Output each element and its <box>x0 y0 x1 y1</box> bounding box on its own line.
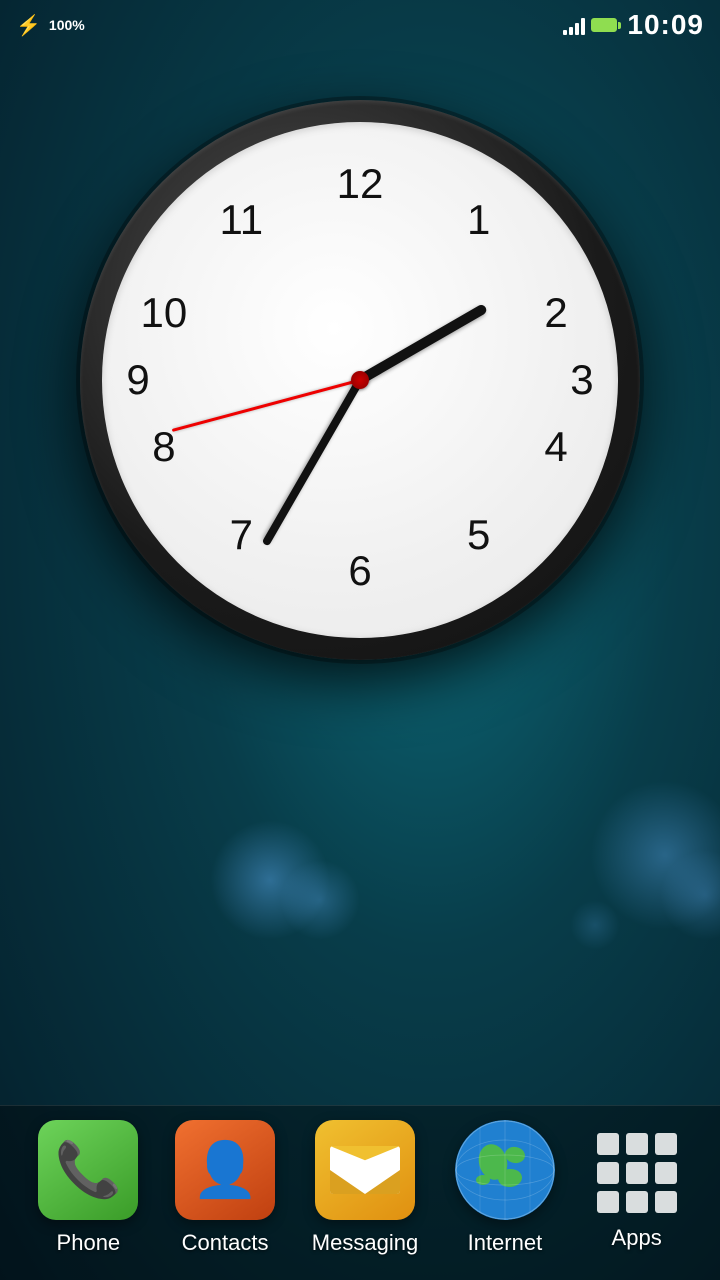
globe-svg <box>455 1120 555 1220</box>
clock-face: 12 1 2 3 4 5 6 7 8 9 10 11 <box>102 122 618 638</box>
clock-num-9: 9 <box>126 356 149 404</box>
clock-num-12: 12 <box>337 160 384 208</box>
clock-num-7: 7 <box>230 511 253 559</box>
dock-item-messaging[interactable]: Messaging <box>312 1120 418 1256</box>
messaging-label: Messaging <box>312 1230 418 1256</box>
clock-num-11: 11 <box>220 196 264 244</box>
envelope-icon <box>330 1146 400 1194</box>
apps-dot-5 <box>626 1162 648 1184</box>
status-bar: ⚡ 100% 10:09 <box>0 0 720 50</box>
battery-icon <box>591 18 621 32</box>
clock-num-2: 2 <box>544 289 567 337</box>
clock-widget[interactable]: 12 1 2 3 4 5 6 7 8 9 10 11 <box>80 100 640 660</box>
contacts-label: Contacts <box>182 1230 269 1256</box>
status-time: 10:09 <box>627 9 704 41</box>
dock-item-phone[interactable]: 📞 Phone <box>38 1120 138 1256</box>
contacts-glyph: 👤 <box>191 1139 258 1202</box>
apps-dot-3 <box>655 1133 677 1155</box>
apps-dot-8 <box>626 1191 648 1213</box>
apps-label: Apps <box>612 1225 662 1251</box>
clock-center-cap <box>351 371 369 389</box>
internet-label: Internet <box>468 1230 543 1256</box>
usb-icon: ⚡ <box>16 13 41 38</box>
dock-item-internet[interactable]: Internet <box>455 1120 555 1256</box>
internet-app-icon[interactable] <box>455 1120 555 1220</box>
signal-icon <box>563 15 585 35</box>
dock-item-apps[interactable]: Apps <box>592 1125 682 1251</box>
clock-num-4: 4 <box>544 423 567 471</box>
apps-dot-7 <box>597 1191 619 1213</box>
apps-dot-6 <box>655 1162 677 1184</box>
phone-app-icon[interactable]: 📞 <box>38 1120 138 1220</box>
clock-outer-ring: 12 1 2 3 4 5 6 7 8 9 10 11 <box>80 100 640 660</box>
clock-num-6: 6 <box>348 547 371 595</box>
clock-num-3: 3 <box>570 356 593 404</box>
dock: 📞 Phone 👤 Contacts Messaging <box>0 1105 720 1280</box>
apps-dot-2 <box>626 1133 648 1155</box>
apps-dot-4 <box>597 1162 619 1184</box>
messaging-app-icon[interactable] <box>315 1120 415 1220</box>
apps-app-icon[interactable] <box>592 1125 682 1215</box>
apps-dot-1 <box>597 1133 619 1155</box>
clock-num-10: 10 <box>141 289 188 337</box>
status-right: 10:09 <box>563 9 704 41</box>
dock-item-contacts[interactable]: 👤 Contacts <box>175 1120 275 1256</box>
phone-label: Phone <box>57 1230 121 1256</box>
battery-percent-small: 100% <box>49 17 85 33</box>
status-left: ⚡ 100% <box>16 13 85 38</box>
hour-hand <box>358 303 489 384</box>
clock-num-5: 5 <box>467 511 490 559</box>
apps-dot-9 <box>655 1191 677 1213</box>
contacts-app-icon[interactable]: 👤 <box>175 1120 275 1220</box>
phone-glyph: 📞 <box>55 1139 122 1202</box>
clock-num-1: 1 <box>467 196 490 244</box>
